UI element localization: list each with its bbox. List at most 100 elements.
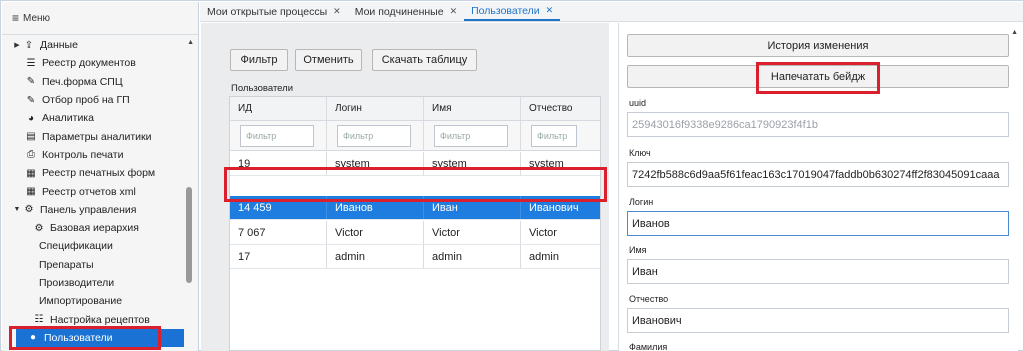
scroll-up-arrow-icon[interactable]: ▲ [1011,29,1018,36]
pie-chart-icon: ◕ [27,112,35,124]
sidebar-item-label: Производители [39,277,115,289]
sidebar-scrollbar[interactable] [186,187,192,283]
tab-open-processes[interactable]: Мои открытые процессы ✕ [200,2,348,21]
sidebar-item-base-hierarchy[interactable]: ⚙ Базовая иерархия [2,219,188,237]
users-grid: ИД Логин Имя Отчество Фильтр Фильтр Филь… [229,96,601,351]
table-row[interactable]: 7 067 Victor Victor Victor [230,221,600,245]
scroll-up-arrow-icon[interactable]: ▲ [187,39,194,46]
sidebar-item-label: Параметры аналитики [42,130,152,143]
menu-header[interactable]: ≡ Меню [2,2,198,35]
filter-button[interactable]: Фильтр [230,49,288,71]
close-icon[interactable]: ✕ [450,6,458,17]
cell-id: 7 067 [230,221,327,244]
sidebar-item-sampling[interactable]: ✎ Отбор проб на ГП [2,91,188,109]
highlight-box-print-badge [756,62,880,94]
patronymic-label: Отчество [629,294,669,304]
filter-cell: Фильтр [521,121,600,150]
grid-header: ИД Логин Имя Отчество [230,97,600,121]
highlight-box-selected-row [224,167,607,202]
sidebar-item-print-forms-registry[interactable]: ▦ Реестр печатных форм [2,164,188,182]
cell-patronymic: Victor [529,226,557,239]
gears-icon: ⚙ [34,222,44,234]
login-label: Логин [629,197,654,207]
caret-right-icon: ▶ [14,42,20,50]
sidebar-item-print-control[interactable]: ⎙ Контроль печати [2,146,188,164]
sidebar-item-label: Аналитика [42,112,94,125]
tab-label: Мои подчиненные [354,5,444,18]
column-header-id[interactable]: ИД [230,97,327,120]
highlight-box-users [9,326,161,350]
sidebar-item-label: Панель управления [40,203,137,216]
filter-cell: Фильтр [230,121,327,150]
sidebar-item-label: Настройка рецептов [50,313,150,326]
key-field[interactable]: 7242fb588c6d9aa5f61feac163c17019047faddb… [627,162,1009,187]
cancel-button[interactable]: Отменить [295,49,362,71]
sidebar-item-label: Отбор проб на ГП [42,94,130,107]
grid-filter-row: Фильтр Фильтр Фильтр Фильтр [230,121,600,151]
table-row[interactable]: 17 admin admin admin [230,245,600,269]
column-header-name[interactable]: Имя [424,97,521,120]
filter-input-id[interactable]: Фильтр [240,124,314,147]
sidebar-item-import[interactable]: Импортирование [2,292,188,310]
pen-icon: ✎ [26,94,36,106]
caret-down-icon: ▼ [13,206,21,214]
app-window: ≡ Меню ▲ ▶ ⇪ Данные ☰ Реестр документов … [0,0,1024,351]
sidebar-item-label: Базовая иерархия [50,222,139,235]
cell-login: Victor [327,221,424,244]
menu-label: Меню [23,12,51,24]
cell-login: admin [327,245,424,268]
sidebar-menu: ▶ ⇪ Данные ☰ Реестр документов ✎ Печ.фор… [2,36,188,348]
sidebar: ≡ Меню ▲ ▶ ⇪ Данные ☰ Реестр документов … [2,2,199,351]
gears-icon: ⚙ [24,204,34,216]
sidebar-item-label: Реестр документов [42,57,136,70]
tab-users[interactable]: Пользователи ✕ [464,2,561,21]
tab-label: Мои открытые процессы [207,5,328,18]
hamburger-icon: ≡ [12,11,20,25]
filter-cell: Фильтр [327,121,424,150]
cell-name: admin [424,245,521,268]
filter-input-login[interactable]: Фильтр [337,124,411,147]
sidebar-item-label: Спецификации [39,240,113,253]
sidebar-item-analytics-params[interactable]: ▤ Параметры аналитики [2,127,188,145]
sidebar-item-drugs[interactable]: Препараты [2,256,188,274]
list-icon: ☰ [26,57,36,69]
sidebar-item-data[interactable]: ▶ ⇪ Данные [2,36,188,54]
cell-patronymic: admin [529,250,559,263]
name-label: Имя [629,245,647,255]
filter-cell: Фильтр [424,121,521,150]
cell-id: 17 [230,245,327,268]
sidebar-item-print-form[interactable]: ✎ Печ.форма СПЦ [2,73,188,91]
column-header-patronymic[interactable]: Отчество [521,97,600,120]
tab-label: Пользователи [471,4,540,17]
sidebar-item-analytics[interactable]: ◕ Аналитика [2,109,188,127]
column-header-login[interactable]: Логин [327,97,424,120]
table-icon: ▦ [26,186,36,198]
name-field[interactable]: Иван [627,259,1009,284]
sidebar-item-label: Реестр печатных форм [42,167,156,180]
sidebar-item-control-panel[interactable]: ▼ ⚙ Панель управления [2,201,188,219]
surname-label: Фамилия [629,342,668,351]
pen-icon: ✎ [26,76,36,88]
close-icon[interactable]: ✕ [546,5,554,16]
key-label: Ключ [629,148,651,158]
tab-bar: Мои открытые процессы ✕ Мои подчиненные … [200,2,1023,22]
uuid-field[interactable]: 25943016f9338e9286ca1790923f4f1b [627,112,1009,137]
cell-name: Victor [424,221,521,244]
uuid-label: uuid [629,98,647,108]
login-field[interactable]: Иванов [627,211,1009,236]
sidebar-item-specifications[interactable]: Спецификации [2,237,188,255]
grid-title: Пользователи [231,83,294,94]
sidebar-item-doc-registry[interactable]: ☰ Реестр документов [2,54,188,72]
close-icon[interactable]: ✕ [333,6,341,17]
sidebar-item-manufacturers[interactable]: Производители [2,274,188,292]
sliders-icon: ☷ [34,314,44,326]
change-history-button[interactable]: История изменения [627,34,1009,57]
sidebar-item-label: Данные [40,39,78,52]
download-table-button[interactable]: Скачать таблицу [372,49,477,71]
filter-input-name[interactable]: Фильтр [434,124,508,147]
tab-subordinates[interactable]: Мои подчиненные ✕ [348,2,464,21]
filter-input-patronymic[interactable]: Фильтр [531,124,577,147]
sidebar-item-label: Реестр отчетов xml [42,185,136,198]
patronymic-field[interactable]: Иванович [627,308,1009,333]
sidebar-item-xml-reports[interactable]: ▦ Реестр отчетов xml [2,182,188,200]
